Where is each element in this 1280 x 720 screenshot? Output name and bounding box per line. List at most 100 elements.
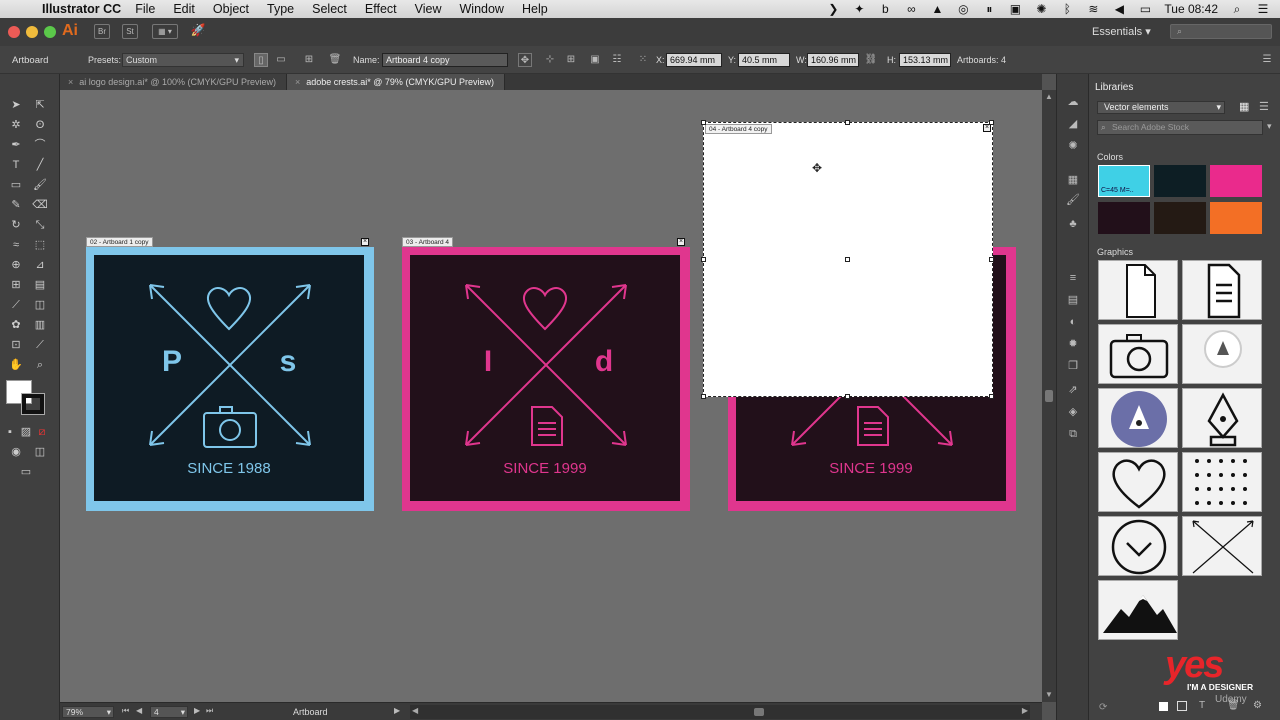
slice-tool-icon[interactable]: ⟋	[30, 336, 50, 354]
canvas[interactable]: 02 - Artboard 1 copy × P s SINCE 1988 03…	[60, 90, 1042, 702]
vertical-scrollbar[interactable]: ▲ ▼	[1042, 90, 1056, 702]
mesh-tool-icon[interactable]: ⊞	[6, 276, 26, 294]
search-icon[interactable]: ⌕	[1230, 2, 1244, 17]
show-cross-hairs-icon[interactable]: ⊞	[564, 53, 578, 67]
app-menu[interactable]: Illustrator CC	[42, 2, 121, 16]
reference-point-icon[interactable]: ⁙	[636, 53, 650, 67]
height-field[interactable]: 153.13 mm	[899, 53, 951, 67]
scale-tool-icon[interactable]: ⤡	[30, 216, 50, 234]
resize-handle[interactable]	[701, 120, 706, 125]
artboard-name-field[interactable]: Artboard 4 copy	[382, 53, 508, 67]
pen-tool-icon[interactable]: ✒	[6, 136, 26, 154]
graphic-camera[interactable]	[1098, 324, 1178, 384]
artboard-tool-icon[interactable]: ⊡	[6, 336, 26, 354]
search-help-field[interactable]: ⌕	[1170, 24, 1272, 39]
next-artboard-icon[interactable]: ▶	[194, 706, 200, 715]
add-content-icon[interactable]	[1159, 702, 1168, 711]
graphic-crossed-arrows[interactable]	[1182, 516, 1262, 576]
none-mode-icon[interactable]: ⧄	[35, 423, 49, 441]
selection-tool-icon[interactable]: ➤	[6, 96, 26, 114]
menu-window[interactable]: Window	[460, 2, 504, 16]
graphic-pen-circle[interactable]	[1098, 388, 1178, 448]
artboard-delete-icon[interactable]: ×	[983, 124, 991, 132]
swatch-dark-brown[interactable]	[1154, 202, 1206, 234]
blend-tool-icon[interactable]: ◫	[30, 296, 50, 314]
b-icon[interactable]: b	[878, 2, 892, 16]
draw-inside-icon[interactable]: ◫	[30, 443, 50, 461]
screen-mode-icon[interactable]: ▭	[16, 463, 36, 481]
line-tool-icon[interactable]: ╱	[30, 156, 50, 174]
gradient-icon[interactable]: ▤	[1065, 292, 1081, 308]
export-icon[interactable]: ⇗	[1065, 382, 1081, 398]
creative-cloud-icon[interactable]: ∞	[904, 2, 918, 16]
list-icon[interactable]: ☰	[1256, 2, 1270, 16]
swatch-cyan[interactable]: C=45 M=..	[1098, 165, 1150, 197]
artboard-4[interactable]: 03 - Artboard 4 × I d SINCE 1999	[402, 237, 690, 513]
swatch-orange[interactable]	[1210, 202, 1262, 234]
zoom-tool-icon[interactable]: ⌕	[30, 356, 50, 374]
close-window-icon[interactable]	[8, 26, 20, 38]
stock-search-input[interactable]: ⌕ Search Adobe Stock	[1097, 120, 1263, 135]
swatch-pink[interactable]	[1210, 165, 1262, 197]
properties-icon[interactable]: ◢	[1065, 116, 1081, 132]
wifi-icon[interactable]: ≋	[1086, 2, 1100, 16]
menu-object[interactable]: Object	[213, 2, 249, 16]
dropbox-icon[interactable]: ✦	[852, 2, 866, 16]
scroll-down-icon[interactable]: ▼	[1045, 690, 1053, 699]
artboards-icon[interactable]: ⧉	[1065, 426, 1081, 442]
resize-handle[interactable]	[989, 120, 994, 125]
close-icon[interactable]: ×	[68, 77, 73, 87]
delete-icon[interactable]: 🗑	[1227, 700, 1240, 711]
perspective-grid-tool-icon[interactable]: ⊿	[30, 256, 50, 274]
last-artboard-icon[interactable]: ⏭	[206, 706, 213, 716]
new-artboard-icon[interactable]: ⊞	[302, 53, 316, 67]
first-artboard-icon[interactable]: ⏮	[122, 706, 129, 716]
warp-tool-icon[interactable]: ≈	[6, 236, 26, 254]
volume-icon[interactable]: ◀	[1112, 2, 1126, 16]
column-graph-tool-icon[interactable]: ▥	[30, 316, 50, 334]
clock[interactable]: Tue 08:42	[1164, 2, 1218, 16]
presets-dropdown[interactable]: Custom ▾	[122, 53, 244, 67]
chevron-right-icon[interactable]: ❯	[826, 2, 840, 16]
type-tool-icon[interactable]: T	[6, 156, 26, 174]
artboard-options-icon[interactable]: ☷	[610, 53, 624, 67]
list-view-icon[interactable]: ☰	[1259, 100, 1269, 113]
graphic-pen-button[interactable]	[1182, 324, 1262, 384]
stroke-icon[interactable]: ≡	[1065, 270, 1081, 286]
video-safe-areas-icon[interactable]: ▣	[588, 53, 602, 67]
graphic-mountains[interactable]	[1098, 580, 1178, 640]
lasso-tool-icon[interactable]: ʘ	[30, 116, 50, 134]
zoom-field[interactable]: 79% ▾	[62, 706, 114, 718]
workspace-switcher[interactable]: Essentials ▾	[1092, 25, 1151, 38]
grid-view-icon[interactable]: ▦	[1239, 100, 1249, 113]
panel-menu-icon[interactable]: ☰	[1260, 53, 1274, 67]
resize-handle[interactable]	[989, 257, 994, 262]
cc-libraries-icon[interactable]: ☁	[1065, 94, 1081, 110]
curvature-tool-icon[interactable]: ⌒	[30, 136, 50, 154]
graphic-styles-icon[interactable]: ❐	[1065, 358, 1081, 374]
magic-wand-tool-icon[interactable]: ✲	[6, 116, 26, 134]
artboard-1-copy[interactable]: 02 - Artboard 1 copy × P s SINCE 1988	[86, 237, 374, 513]
scroll-up-icon[interactable]: ▲	[1045, 92, 1053, 101]
graphic-chevron-circle[interactable]	[1098, 516, 1178, 576]
shaper-tool-icon[interactable]: ✎	[6, 196, 26, 214]
sync-status-icon[interactable]: ⟳	[1099, 702, 1107, 713]
menu-view[interactable]: View	[415, 2, 442, 16]
upload-icon[interactable]: ▲	[930, 2, 944, 16]
resize-handle[interactable]	[989, 394, 994, 399]
sync-icon[interactable]: ◎	[956, 2, 970, 16]
graphic-pen-tool[interactable]	[1182, 388, 1262, 448]
swatch-dark-teal[interactable]	[1154, 165, 1206, 197]
bluetooth-icon[interactable]: ᛒ	[1060, 2, 1074, 16]
resize-handle[interactable]	[701, 257, 706, 262]
add-graphic-icon[interactable]	[1177, 701, 1187, 711]
show-center-mark-icon[interactable]: ⊹	[543, 53, 557, 67]
symbol-sprayer-tool-icon[interactable]: ✿	[6, 316, 26, 334]
portrait-icon[interactable]: ▯	[254, 53, 268, 67]
eyedropper-tool-icon[interactable]: ⟋	[6, 296, 26, 314]
battery-icon[interactable]: ▭	[1138, 2, 1152, 16]
transparency-icon[interactable]: ◐	[1065, 314, 1081, 330]
stroke-swatch[interactable]	[21, 393, 45, 415]
shape-builder-tool-icon[interactable]: ⊕	[6, 256, 26, 274]
layers-icon[interactable]: ◈	[1065, 404, 1081, 420]
